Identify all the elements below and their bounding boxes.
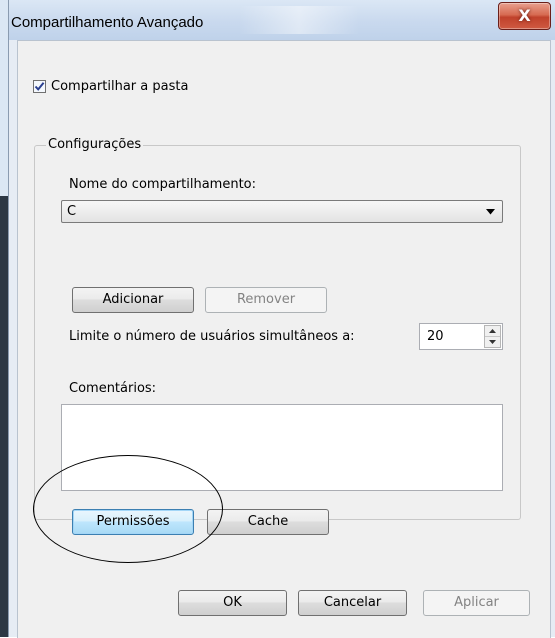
background-window-edge [0, 196, 8, 637]
share-name-label: Nome do compartilhamento: [69, 177, 256, 192]
ok-button[interactable]: OK [178, 590, 287, 616]
spin-up-button[interactable] [485, 326, 500, 337]
cancel-button[interactable]: Cancelar [298, 590, 407, 616]
user-limit-value: 20 [427, 329, 444, 344]
settings-group-title: Configurações [46, 137, 144, 152]
apply-button[interactable]: Aplicar [423, 590, 530, 616]
comments-label: Comentários: [69, 381, 157, 396]
close-button[interactable]: X [498, 2, 551, 30]
share-name-value: C [67, 204, 77, 219]
user-limit-label: Limite o número de usuários simultâneos … [69, 329, 355, 344]
spin-buttons[interactable] [484, 325, 501, 348]
dropdown-arrow-icon [486, 209, 495, 215]
remove-button[interactable]: Remover [205, 287, 327, 313]
spin-up-icon [489, 329, 496, 333]
spin-down-icon [489, 340, 496, 344]
close-icon: X [518, 6, 531, 25]
share-name-combobox[interactable]: C [61, 200, 503, 223]
share-folder-checkbox[interactable]: Compartilhar a pasta [33, 79, 188, 94]
cache-button[interactable]: Cache [207, 509, 329, 535]
checkmark-icon [34, 82, 45, 91]
share-folder-label: Compartilhar a pasta [51, 79, 189, 94]
spin-down-button[interactable] [485, 337, 500, 347]
permissions-button[interactable]: Permissões [72, 509, 194, 535]
title-bar-glare [239, 6, 359, 34]
window-title: Compartilhamento Avançado [11, 14, 204, 31]
add-button[interactable]: Adicionar [72, 287, 194, 313]
user-limit-spinner[interactable]: 20 [419, 323, 503, 350]
comments-textarea[interactable] [61, 404, 503, 491]
title-bar[interactable]: Compartilhamento Avançado X [9, 0, 555, 40]
checkbox-box[interactable] [33, 80, 46, 93]
